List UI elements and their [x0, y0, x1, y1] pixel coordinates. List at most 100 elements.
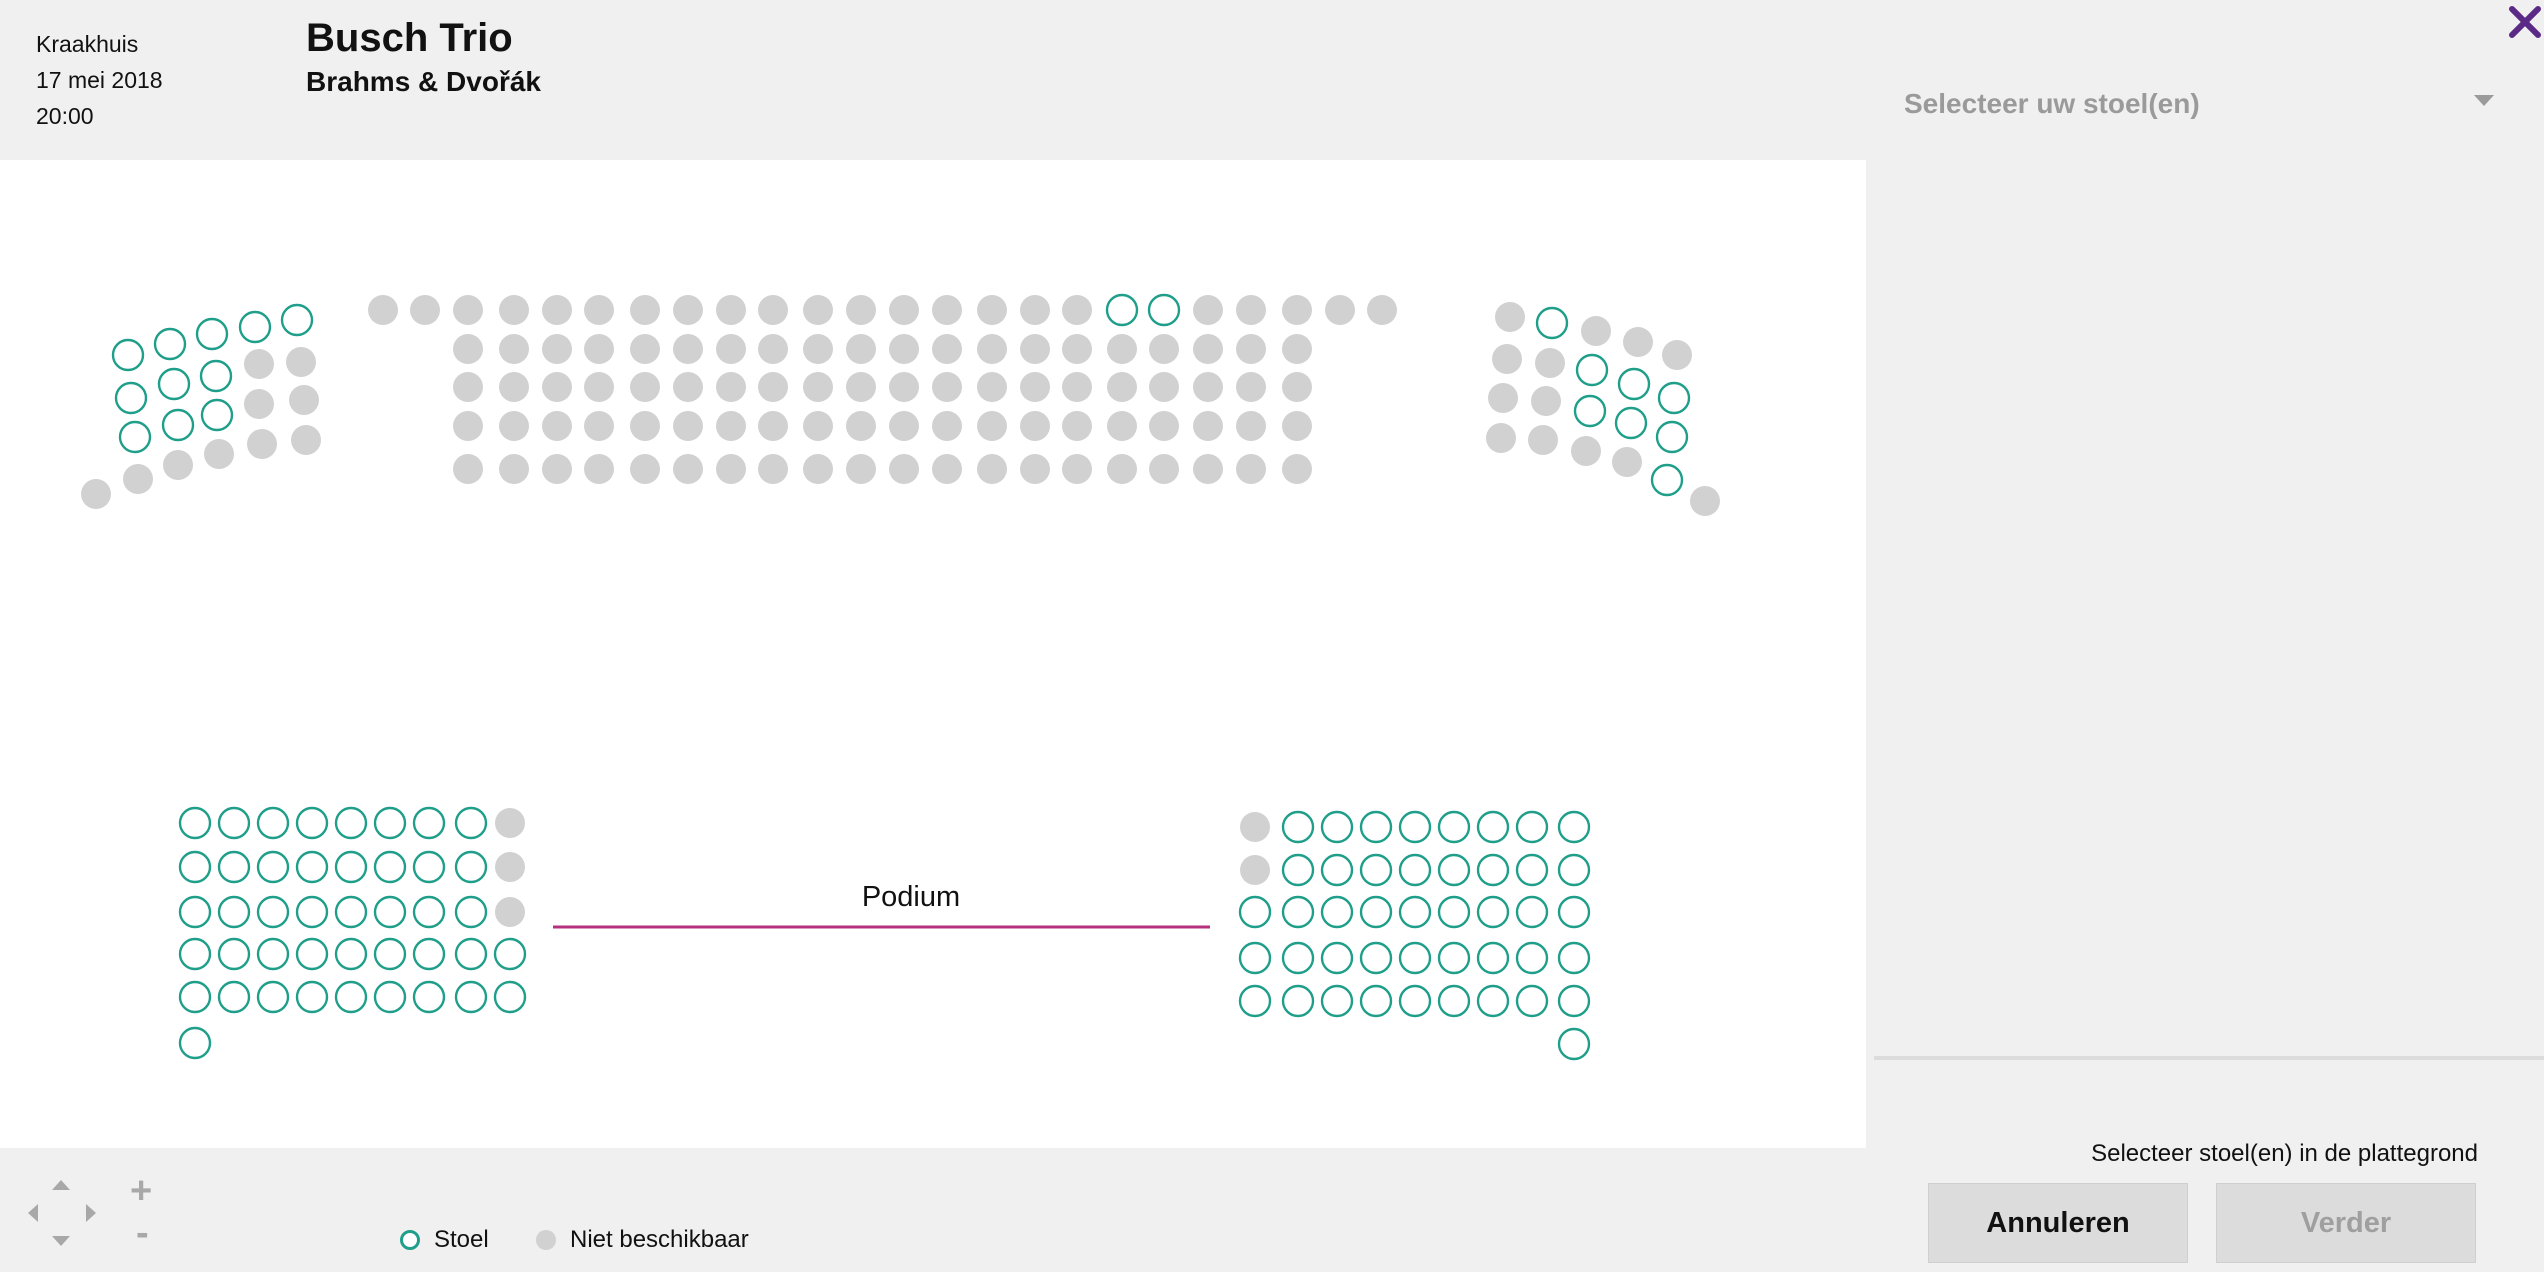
- seat-available[interactable]: [412, 850, 446, 884]
- seat-available[interactable]: [217, 937, 251, 971]
- seat-available[interactable]: [217, 980, 251, 1014]
- seat-available[interactable]: [1535, 306, 1569, 340]
- seat-available[interactable]: [1557, 984, 1591, 1018]
- seat-available[interactable]: [334, 806, 368, 840]
- seat-available[interactable]: [334, 980, 368, 1014]
- seat-available[interactable]: [1281, 941, 1315, 975]
- seat-available[interactable]: [1398, 810, 1432, 844]
- seat-available[interactable]: [1147, 293, 1181, 327]
- seat-available[interactable]: [1437, 810, 1471, 844]
- seat-available[interactable]: [454, 895, 488, 929]
- seat-available[interactable]: [1320, 810, 1354, 844]
- seat-available[interactable]: [412, 895, 446, 929]
- seat-available[interactable]: [256, 895, 290, 929]
- seat-available[interactable]: [1617, 367, 1651, 401]
- seat-available[interactable]: [1557, 941, 1591, 975]
- seat-available[interactable]: [256, 980, 290, 1014]
- seat-available[interactable]: [1575, 353, 1609, 387]
- seat-available[interactable]: [295, 806, 329, 840]
- seat-available[interactable]: [454, 806, 488, 840]
- seat-available[interactable]: [373, 895, 407, 929]
- seat-available[interactable]: [1437, 984, 1471, 1018]
- pan-left-icon[interactable]: [28, 1204, 38, 1222]
- seat-available[interactable]: [1614, 406, 1648, 440]
- seat-available[interactable]: [118, 420, 152, 454]
- seat-available[interactable]: [114, 381, 148, 415]
- seat-available[interactable]: [178, 850, 212, 884]
- seat-available[interactable]: [161, 408, 195, 442]
- seat-available[interactable]: [1238, 941, 1272, 975]
- seat-available[interactable]: [1398, 984, 1432, 1018]
- seat-available[interactable]: [1281, 984, 1315, 1018]
- seat-available[interactable]: [1359, 941, 1393, 975]
- seat-available[interactable]: [1515, 853, 1549, 887]
- seat-available[interactable]: [153, 327, 187, 361]
- seat-available[interactable]: [157, 367, 191, 401]
- seat-available[interactable]: [1515, 810, 1549, 844]
- seat-available[interactable]: [1320, 895, 1354, 929]
- seat-available[interactable]: [412, 937, 446, 971]
- seat-available[interactable]: [178, 937, 212, 971]
- seat-available[interactable]: [1476, 984, 1510, 1018]
- seat-available[interactable]: [412, 980, 446, 1014]
- seats-group[interactable]: [81, 293, 1720, 1061]
- seat-available[interactable]: [200, 398, 234, 432]
- seat-available[interactable]: [1573, 394, 1607, 428]
- seat-available[interactable]: [178, 980, 212, 1014]
- seat-available[interactable]: [238, 310, 272, 344]
- seat-available[interactable]: [1437, 895, 1471, 929]
- seat-available[interactable]: [1359, 853, 1393, 887]
- seat-available[interactable]: [111, 338, 145, 372]
- seat-map-canvas[interactable]: Podium: [0, 160, 1866, 1148]
- seat-available[interactable]: [493, 980, 527, 1014]
- seat-available[interactable]: [199, 359, 233, 393]
- seat-available[interactable]: [1320, 853, 1354, 887]
- seat-available[interactable]: [1105, 293, 1139, 327]
- seat-available[interactable]: [1320, 984, 1354, 1018]
- seat-available[interactable]: [1476, 810, 1510, 844]
- seat-select-dropdown[interactable]: Selecteer uw stoel(en): [1904, 80, 2494, 128]
- seat-available[interactable]: [493, 937, 527, 971]
- seat-available[interactable]: [1557, 810, 1591, 844]
- pan-up-icon[interactable]: [52, 1180, 70, 1190]
- seat-available[interactable]: [280, 303, 314, 337]
- close-button[interactable]: [2504, 0, 2544, 46]
- seat-available[interactable]: [1557, 895, 1591, 929]
- seat-available[interactable]: [1398, 895, 1432, 929]
- seat-available[interactable]: [1515, 895, 1549, 929]
- pan-right-icon[interactable]: [86, 1204, 96, 1222]
- seat-available[interactable]: [295, 850, 329, 884]
- seat-available[interactable]: [1515, 941, 1549, 975]
- seat-available[interactable]: [1437, 941, 1471, 975]
- seat-available[interactable]: [373, 850, 407, 884]
- cancel-button[interactable]: Annuleren: [1928, 1183, 2188, 1263]
- seat-available[interactable]: [1476, 941, 1510, 975]
- seat-available[interactable]: [178, 895, 212, 929]
- zoom-in-button[interactable]: +: [130, 1172, 152, 1210]
- seat-available[interactable]: [217, 895, 251, 929]
- seat-available[interactable]: [334, 937, 368, 971]
- seat-available[interactable]: [178, 1026, 212, 1060]
- seat-available[interactable]: [295, 980, 329, 1014]
- seat-available[interactable]: [373, 806, 407, 840]
- seat-available[interactable]: [373, 980, 407, 1014]
- seat-available[interactable]: [256, 937, 290, 971]
- seat-available[interactable]: [334, 850, 368, 884]
- seat-available[interactable]: [1398, 941, 1432, 975]
- seat-available[interactable]: [1238, 984, 1272, 1018]
- seat-available[interactable]: [412, 806, 446, 840]
- seat-available[interactable]: [1515, 984, 1549, 1018]
- seat-available[interactable]: [256, 850, 290, 884]
- seat-available[interactable]: [454, 980, 488, 1014]
- seat-available[interactable]: [454, 850, 488, 884]
- seat-available[interactable]: [295, 895, 329, 929]
- seat-available[interactable]: [217, 806, 251, 840]
- seat-available[interactable]: [1655, 420, 1689, 454]
- seat-available[interactable]: [1281, 810, 1315, 844]
- seat-available[interactable]: [1557, 1027, 1591, 1061]
- zoom-out-button[interactable]: -: [136, 1214, 149, 1252]
- seat-available[interactable]: [256, 806, 290, 840]
- seat-available[interactable]: [1359, 810, 1393, 844]
- seat-available[interactable]: [1359, 895, 1393, 929]
- seat-available[interactable]: [334, 895, 368, 929]
